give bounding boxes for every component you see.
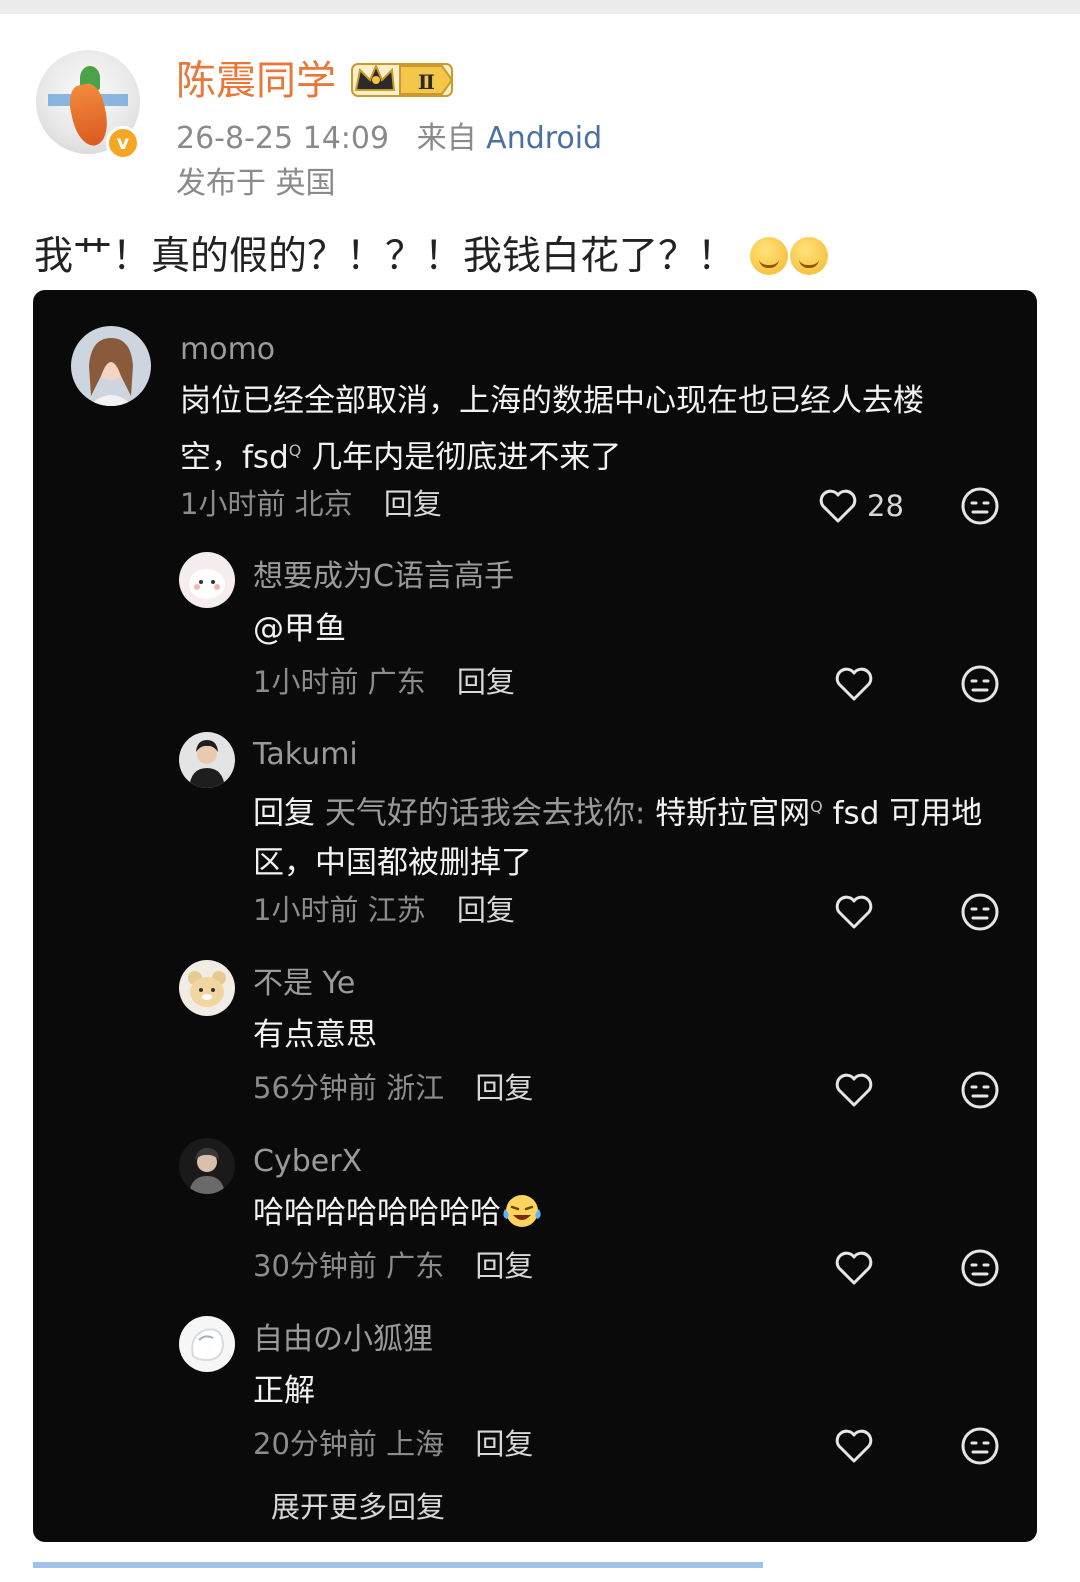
commenter-avatar-takumi[interactable] <box>179 732 235 788</box>
commenter-name[interactable]: momo <box>180 331 275 369</box>
comment-region: 广东 <box>386 1249 445 1283</box>
reply-prefix: 回复 <box>253 795 315 832</box>
like-heart-icon[interactable] <box>833 891 875 933</box>
comment-text: 岗位已经全部取消，上海的数据中心现在也已经人去楼空，fsdQ 几年内是彻底进不来… <box>180 376 980 482</box>
comment-text: 正解 <box>253 1373 315 1409</box>
vip-level-badge-icon[interactable]: Ⅱ <box>350 62 456 98</box>
vip-level-text: Ⅱ <box>418 70 435 94</box>
top-bar <box>0 0 1080 14</box>
comment-meta: 30分钟前 广东 回复 <box>253 1247 533 1285</box>
sweat-smile-emoji-icon <box>750 237 789 275</box>
comment-meta: 56分钟前 浙江 回复 <box>253 1069 533 1107</box>
like-heart-icon[interactable] <box>833 663 875 705</box>
post-timestamp: 26-8-25 14:09 <box>176 121 390 156</box>
comment-meta: 20分钟前 上海 回复 <box>253 1425 533 1463</box>
like-heart-icon[interactable] <box>833 1247 875 1289</box>
comment-time: 56分钟前 <box>253 1071 377 1105</box>
dislike-face-icon[interactable] <box>959 1069 1001 1111</box>
like-heart-icon[interactable] <box>833 1425 875 1467</box>
author-name[interactable]: 陈震同学 <box>176 56 336 106</box>
commenter-avatar-cyberx[interactable] <box>179 1138 235 1194</box>
dislike-face-icon[interactable] <box>959 1247 1001 1289</box>
verified-v-icon: v <box>106 126 140 160</box>
search-icon[interactable]: Q <box>289 441 302 460</box>
comment-time: 30分钟前 <box>253 1249 377 1283</box>
comment-region: 江苏 <box>367 893 426 927</box>
reply-button[interactable]: 回复 <box>384 487 442 521</box>
search-icon[interactable]: Q <box>810 797 823 816</box>
comment-meta: 1小时前 北京 回复 <box>180 485 442 523</box>
commenter-name[interactable]: Takumi <box>253 736 358 774</box>
avatar-carrot-decor <box>65 81 113 149</box>
comment-time: 20分钟前 <box>253 1427 377 1461</box>
post-source-link[interactable]: Android <box>486 121 602 156</box>
expand-more-replies-button[interactable]: 展开更多回复 <box>271 1488 445 1526</box>
bottom-edge-strip <box>33 1562 763 1568</box>
post-text: 我艹！真的假的？！？！我钱白花了？！ <box>34 234 737 279</box>
comment-text: @甲鱼 <box>253 611 346 647</box>
reply-button[interactable]: 回复 <box>457 893 515 927</box>
comment-text-tail: 几年内是彻底进不来了 <box>311 439 622 476</box>
comment-text-main: 哈哈哈哈哈哈哈哈 <box>253 1195 501 1231</box>
commenter-avatar-c-lang[interactable] <box>179 552 235 608</box>
comment-meta: 1小时前 江苏 回复 <box>253 891 515 929</box>
reply-button[interactable]: 回复 <box>475 1249 533 1283</box>
post-meta: 26-8-25 14:09 来自 Android <box>176 120 602 158</box>
comment-time: 1小时前 <box>180 487 286 521</box>
commenter-name[interactable]: 自由の小狐狸 <box>253 1321 433 1359</box>
comment-region: 浙江 <box>386 1071 445 1105</box>
commenter-avatar-momo[interactable] <box>71 326 151 406</box>
reply-button[interactable]: 回复 <box>457 665 515 699</box>
comment-text: 回复 天气好的话我会去找你: 特斯拉官网Q fsd 可用地区，中国都被删掉了 <box>253 782 1023 888</box>
comment-text-main: 特斯拉官网 <box>655 795 811 832</box>
comment-text: 有点意思 <box>253 1017 377 1053</box>
embedded-comments-screenshot: momo 岗位已经全部取消，上海的数据中心现在也已经人去楼空，fsdQ 几年内是… <box>33 290 1037 1542</box>
commenter-name[interactable]: CyberX <box>253 1143 362 1181</box>
reply-button[interactable]: 回复 <box>475 1427 533 1461</box>
sweat-smile-emoji-icon <box>790 237 829 275</box>
post-source-prefix: 来自 <box>416 121 477 156</box>
commenter-avatar-fox[interactable] <box>179 1316 235 1372</box>
like-heart-icon[interactable] <box>833 1069 875 1111</box>
commenter-name[interactable]: 不是 Ye <box>253 965 355 1003</box>
comment-text: 哈哈哈哈哈哈哈哈 <box>253 1188 543 1238</box>
like-count: 28 <box>867 489 904 523</box>
comment-meta: 1小时前 广东 回复 <box>253 663 515 701</box>
post-body: 我艹！真的假的？！？！我钱白花了？！ <box>34 232 829 282</box>
comment-region: 北京 <box>294 487 353 521</box>
dislike-face-icon[interactable] <box>959 663 1001 705</box>
dislike-face-icon[interactable] <box>959 485 1001 527</box>
post-location: 发布于 英国 <box>176 166 336 201</box>
comment-region: 广东 <box>367 665 426 699</box>
dislike-face-icon[interactable] <box>959 1425 1001 1467</box>
reply-button[interactable]: 回复 <box>475 1071 533 1105</box>
comment-time: 1小时前 <box>253 665 359 699</box>
commenter-name[interactable]: 想要成为C语言高手 <box>253 558 514 596</box>
comment-time: 1小时前 <box>253 893 359 927</box>
comment-region: 上海 <box>386 1427 445 1461</box>
dislike-face-icon[interactable] <box>959 891 1001 933</box>
commenter-avatar-ye[interactable] <box>179 960 235 1016</box>
like-heart-icon[interactable] <box>817 485 859 527</box>
crying-laughing-emoji-icon <box>503 1195 541 1227</box>
reply-target-user[interactable]: 天气好的话我会去找你: <box>325 795 645 831</box>
